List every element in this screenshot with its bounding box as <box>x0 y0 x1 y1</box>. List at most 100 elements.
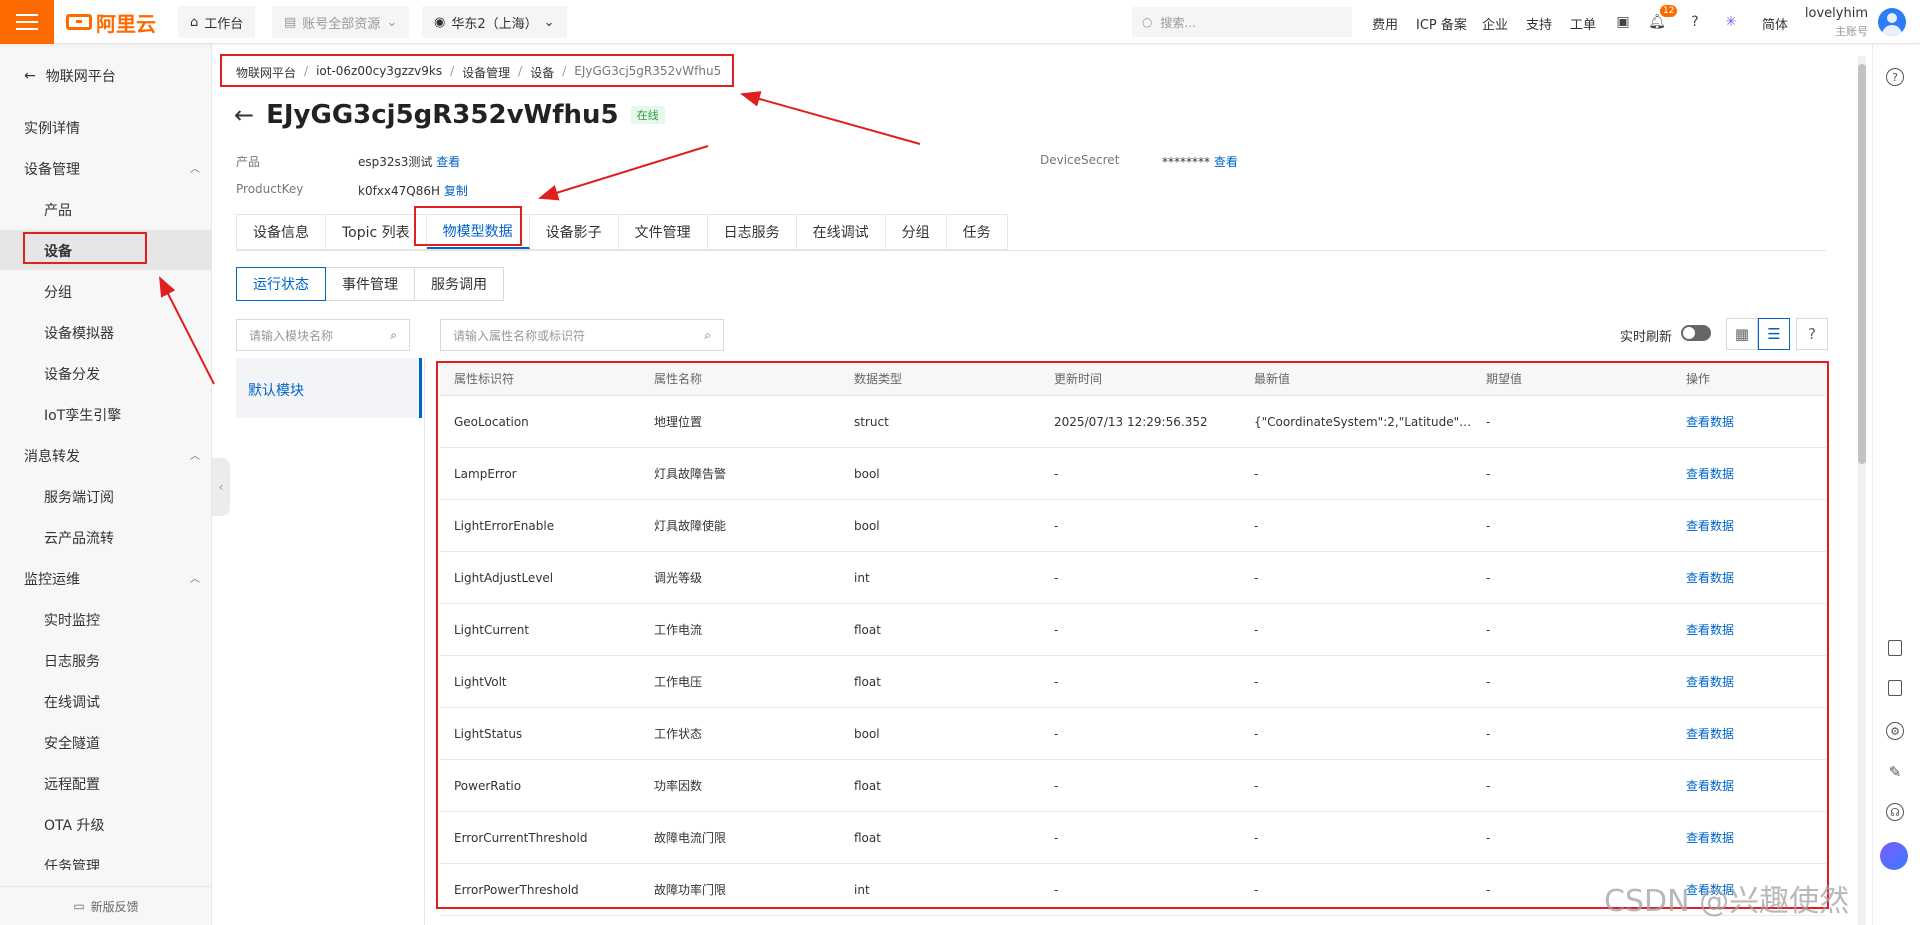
sidebar-item-remote-config[interactable]: 远程配置 <box>44 774 100 794</box>
view-product-link[interactable]: 查看 <box>436 155 460 169</box>
headset-icon[interactable]: ☊ <box>1886 803 1904 821</box>
table-cell: bool <box>854 466 880 481</box>
copy-productkey-link[interactable]: 复制 <box>444 184 468 198</box>
table-cell: 工作状态 <box>654 727 703 741</box>
sidebar-group-msg-forward[interactable]: 消息转发 <box>24 446 80 466</box>
account-resources-select[interactable]: ▤ 账号全部资源 ⌄ <box>272 6 410 38</box>
view-data-link[interactable]: 查看数据 <box>1672 725 1826 742</box>
view-data-link[interactable]: 查看数据 <box>1672 465 1826 482</box>
view-data-link[interactable]: 查看数据 <box>1672 621 1826 638</box>
document-icon[interactable] <box>1888 640 1902 656</box>
arrow-left-icon: ← <box>24 68 36 84</box>
module-list-item-default[interactable]: 默认模块 <box>236 358 422 418</box>
list-view-button[interactable]: ☰ <box>1758 318 1790 350</box>
menu-button[interactable] <box>0 0 54 44</box>
property-search-input[interactable]: 请输入属性名称或标识符 ⌕ <box>440 319 724 351</box>
sidebar-item-simulator[interactable]: 设备模拟器 <box>44 323 114 343</box>
sidebar-item-debug[interactable]: 在线调试 <box>44 692 100 712</box>
view-data-link[interactable]: 查看数据 <box>1672 413 1826 430</box>
chevron-down-icon: ⌄ <box>543 14 555 30</box>
sidebar-item-tunnel[interactable]: 安全隧道 <box>44 733 100 753</box>
sidebar-collapse-handle[interactable]: ‹ <box>212 458 230 516</box>
global-search-input[interactable]: ○ 搜索... <box>1132 7 1352 37</box>
sidebar-group-ops[interactable]: 监控运维 <box>24 569 80 589</box>
table-cell: - <box>1254 726 1259 741</box>
table-cell: bool <box>854 518 880 533</box>
sidebar-item-cloud-flow[interactable]: 云产品流转 <box>44 528 114 548</box>
chevron-down-icon: ⌄ <box>386 14 398 30</box>
view-data-link[interactable]: 查看数据 <box>1672 829 1826 846</box>
sidebar-item-product[interactable]: 产品 <box>44 200 72 220</box>
gear-icon[interactable]: ⚙ <box>1886 722 1904 740</box>
region-select[interactable]: ◉ 华东2（上海） ⌄ <box>422 6 567 38</box>
tab-device-shadow[interactable]: 设备影子 <box>529 215 619 249</box>
sidebar-group-device-mgmt[interactable]: 设备管理 <box>24 159 80 179</box>
help-icon[interactable]: ? <box>1686 13 1704 31</box>
breadcrumb-item[interactable]: 物联网平台 <box>236 64 296 81</box>
table-cell: GeoLocation <box>454 414 529 429</box>
tab-log-service[interactable]: 日志服务 <box>707 215 797 249</box>
product-value: esp32s3测试 查看 <box>358 155 461 169</box>
view-data-link[interactable]: 查看数据 <box>1672 777 1826 794</box>
user-menu[interactable]: lovelyhim 主账号 <box>1788 6 1868 39</box>
billing-link[interactable]: 费用 <box>1372 14 1398 33</box>
sidebar-item-distribution[interactable]: 设备分发 <box>44 364 100 384</box>
aliyun-logo[interactable]: 阿里云 <box>66 10 156 36</box>
edit-icon[interactable]: ✎ <box>1886 763 1904 781</box>
subtab-run-status[interactable]: 运行状态 <box>236 267 326 301</box>
terminal-icon[interactable]: ▣ <box>1614 13 1632 31</box>
sidebar-item-iot-twin[interactable]: IoT孪生引擎 <box>44 405 121 425</box>
view-data-link[interactable]: 查看数据 <box>1672 517 1826 534</box>
chevron-up-icon[interactable]: ︿ <box>190 160 200 175</box>
scrollbar-thumb[interactable] <box>1858 64 1866 464</box>
table-cell: - <box>1054 674 1059 689</box>
grid-view-button[interactable]: ▦ <box>1726 318 1758 350</box>
ai-assistant-icon[interactable] <box>1880 842 1908 870</box>
help-button[interactable]: ? <box>1796 318 1828 350</box>
tab-topic-list[interactable]: Topic 列表 <box>326 215 427 249</box>
assistant-icon[interactable]: ✳ <box>1722 13 1740 31</box>
sidebar-item-group[interactable]: 分组 <box>44 282 72 302</box>
api-icon[interactable] <box>1888 680 1902 696</box>
avatar[interactable] <box>1878 8 1906 36</box>
tab-task[interactable]: 任务 <box>946 215 1007 249</box>
back-arrow-icon[interactable]: ← <box>234 101 254 129</box>
table-cell: 故障功率门限 <box>654 883 727 897</box>
subtab-service-call[interactable]: 服务调用 <box>414 267 504 301</box>
subtab-event-mgmt[interactable]: 事件管理 <box>325 267 415 301</box>
sidebar-item-realtime[interactable]: 实时监控 <box>44 610 100 630</box>
sidebar-item-task[interactable]: 任务管理 <box>44 856 100 870</box>
view-secret-link[interactable]: 查看 <box>1214 155 1238 169</box>
table-row: LightAdjustLevel 调光等级 int - - - 查看数据 <box>440 552 1826 604</box>
icp-link[interactable]: ICP 备案 <box>1416 14 1467 33</box>
tab-device-info[interactable]: 设备信息 <box>237 215 326 249</box>
support-link[interactable]: 支持 <box>1526 14 1552 33</box>
sidebar-item-server-sub[interactable]: 服务端订阅 <box>44 487 114 507</box>
module-search-input[interactable]: 请输入模块名称 ⌕ <box>236 319 410 351</box>
tab-file-mgmt[interactable]: 文件管理 <box>618 215 708 249</box>
tab-online-debug[interactable]: 在线调试 <box>796 215 886 249</box>
realtime-refresh-toggle[interactable] <box>1681 325 1711 341</box>
view-data-link[interactable]: 查看数据 <box>1672 569 1826 586</box>
workbench-button[interactable]: ⌂ 工作台 <box>178 6 256 38</box>
table-cell: - <box>1254 466 1259 481</box>
chevron-up-icon[interactable]: ︿ <box>190 570 200 585</box>
tab-thing-model-data[interactable]: 物模型数据 <box>426 215 530 249</box>
sidebar-item-device[interactable]: 设备 <box>44 241 72 261</box>
enterprise-link[interactable]: 企业 <box>1482 14 1508 33</box>
sidebar-item-log[interactable]: 日志服务 <box>44 651 100 671</box>
breadcrumb-item[interactable]: 设备管理 <box>462 64 510 81</box>
view-data-link[interactable]: 查看数据 <box>1672 673 1826 690</box>
breadcrumb-item[interactable]: iot-06z00cy3gzzv9ks <box>316 64 442 81</box>
breadcrumb-item[interactable]: 设备 <box>530 64 554 81</box>
sidebar-item-ota[interactable]: OTA 升级 <box>44 815 105 835</box>
help-circle-icon[interactable]: ? <box>1886 68 1904 86</box>
tab-group[interactable]: 分组 <box>885 215 947 249</box>
back-to-iot-platform[interactable]: ← 物联网平台 <box>24 66 116 86</box>
chevron-up-icon[interactable]: ︿ <box>190 447 200 462</box>
sidebar-item-instance-detail[interactable]: 实例详情 <box>24 118 80 138</box>
table-cell: - <box>1486 726 1491 741</box>
ticket-link[interactable]: 工单 <box>1570 14 1596 33</box>
language-select[interactable]: 简体 <box>1762 14 1788 33</box>
feedback-button[interactable]: ▭ 新版反馈 <box>0 886 212 925</box>
